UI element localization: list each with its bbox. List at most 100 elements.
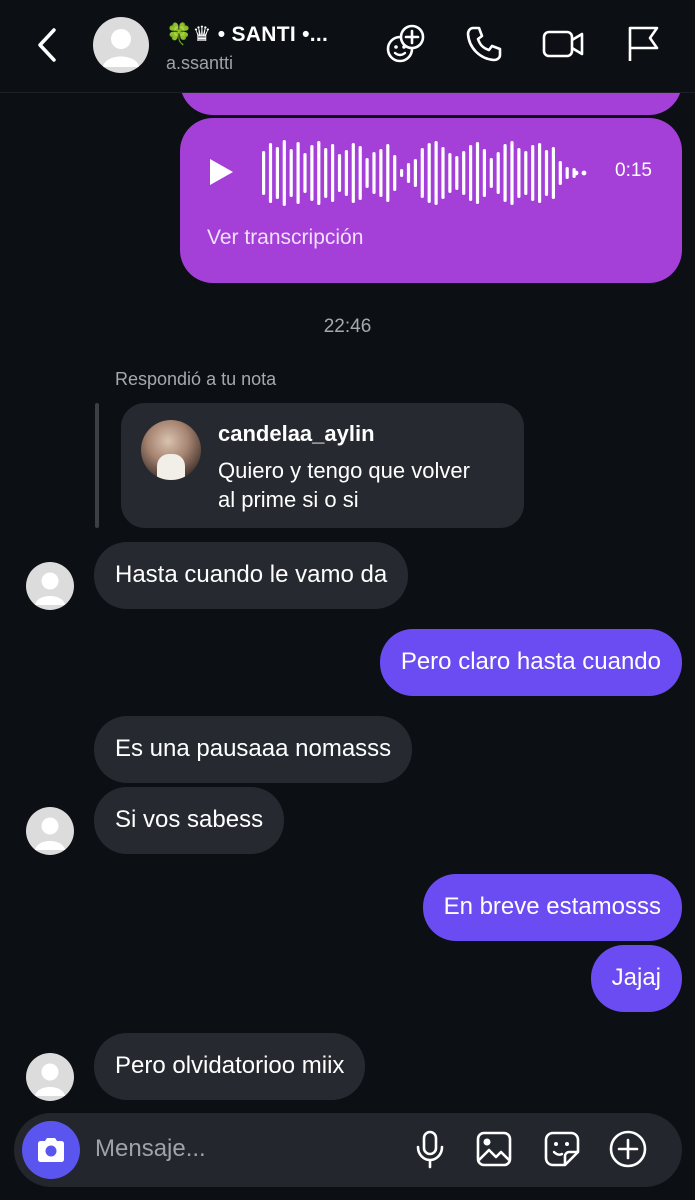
phone-icon (466, 26, 502, 62)
chat-timestamp: 22:46 (323, 316, 372, 337)
waveform-bar (337, 154, 342, 192)
waveform-bar (441, 147, 445, 199)
sender-avatar[interactable] (26, 807, 74, 855)
report-button[interactable] (620, 22, 664, 66)
waveform-bar (524, 151, 528, 195)
waveform-bar (365, 158, 369, 188)
play-icon[interactable] (206, 156, 236, 188)
note-card[interactable]: candelaa_aylin Quiero y tengo que volver… (121, 403, 524, 528)
back-button[interactable] (30, 22, 64, 68)
waveform-bar (372, 152, 376, 194)
effects-icon (386, 24, 425, 63)
outgoing-message[interactable]: Jajaj (590, 945, 682, 1012)
effects-button[interactable] (383, 22, 427, 66)
waveform-bar (358, 146, 362, 200)
waveform-bar (434, 141, 438, 205)
waveform-bar (538, 143, 542, 203)
default-avatar-icon (35, 817, 65, 850)
camera-button[interactable] (22, 1121, 80, 1179)
chat-header: 🍀♛ • SANTI •... a.ssantti (0, 0, 695, 93)
message-composer: Mensaje... (14, 1113, 682, 1187)
waveform-bar (351, 143, 355, 203)
waveform-bar (517, 148, 521, 198)
incoming-message[interactable]: Hasta cuando le vamo da (94, 542, 409, 609)
waveform-bar (282, 140, 286, 206)
waveform-bar (565, 167, 569, 179)
outgoing-message[interactable]: En breve estamosss (422, 874, 682, 941)
waveform-bar (469, 145, 473, 201)
waveform-bar (420, 148, 424, 198)
waveform-bar (303, 153, 307, 193)
camera-icon (38, 1138, 64, 1162)
waveform-bar (510, 141, 514, 205)
audio-waveform[interactable] (258, 138, 588, 208)
waveform-bar (275, 147, 279, 199)
incoming-message[interactable]: Si vos sabess (94, 787, 285, 854)
waveform-bar (400, 169, 404, 177)
waveform-bar (551, 147, 555, 199)
waveform-dot (573, 170, 579, 176)
waveform-bar (475, 142, 480, 204)
contact-username[interactable]: a.ssantti (166, 53, 233, 74)
video-call-button[interactable] (541, 22, 585, 66)
view-transcript-link[interactable]: Ver transcripción (207, 226, 363, 250)
default-avatar-icon (35, 1063, 65, 1096)
default-avatar-icon (103, 29, 139, 67)
waveform-bar (413, 159, 417, 187)
incoming-message[interactable]: Es una pausaaa nomasss (94, 716, 413, 783)
plus-icon (609, 1130, 647, 1168)
waveform-bar (489, 158, 493, 188)
back-icon (38, 28, 56, 62)
waveform-bar (393, 155, 397, 191)
waveform-bar (317, 141, 321, 205)
call-button[interactable] (462, 22, 506, 66)
sender-avatar[interactable] (26, 562, 74, 610)
waveform-bar (503, 144, 507, 202)
waveform-dot (581, 170, 587, 176)
incoming-message[interactable]: Pero olvidatorioo miix (94, 1033, 366, 1100)
note-text-line1: Quiero y tengo que volver (218, 458, 470, 483)
note-text-line2: al prime si o si (218, 487, 359, 512)
message-input[interactable]: Mensaje... (95, 1135, 206, 1163)
gallery-button[interactable] (470, 1125, 518, 1173)
sticker-icon (544, 1131, 580, 1167)
waveform-bar (427, 143, 431, 203)
waveform-bar (262, 151, 266, 195)
waveform-bar (331, 144, 335, 202)
waveform-bar (386, 144, 390, 202)
waveform-bar (296, 142, 300, 204)
waveform-bar (531, 145, 535, 201)
waveform-bar (462, 151, 466, 195)
default-avatar-icon (35, 572, 65, 605)
waveform-bar (406, 163, 411, 183)
reply-bar (95, 403, 99, 528)
voice-duration: 0:15 (615, 160, 652, 181)
waveform-bar (544, 150, 549, 196)
sticker-button[interactable] (538, 1125, 586, 1173)
outgoing-message[interactable]: Pero claro hasta cuando (379, 629, 682, 696)
video-icon (542, 30, 584, 58)
gallery-icon (476, 1131, 512, 1167)
more-options-button[interactable] (604, 1125, 652, 1173)
voice-message-bubble[interactable]: 0:15 Ver transcripción (180, 118, 682, 283)
waveform-bar (455, 156, 459, 190)
waveform-bar (448, 153, 452, 193)
flag-icon (628, 26, 659, 61)
waveform-bar (268, 143, 273, 203)
microphone-icon (416, 1130, 444, 1169)
voice-record-button[interactable] (406, 1125, 454, 1173)
contact-avatar[interactable] (93, 17, 149, 73)
note-author-username: candelaa_aylin (218, 421, 375, 446)
waveform-bar (482, 149, 486, 197)
reply-caption: Respondió a tu nota (115, 369, 277, 389)
waveform-bar (289, 149, 293, 197)
sender-avatar[interactable] (26, 1053, 74, 1101)
waveform-bar (558, 161, 562, 185)
waveform-bar (496, 152, 500, 194)
waveform-bar (310, 145, 314, 201)
waveform-bar (379, 149, 383, 197)
note-author-avatar (141, 420, 201, 480)
contact-name[interactable]: 🍀♛ • SANTI •... (166, 22, 328, 47)
waveform-bar (344, 150, 348, 196)
waveform-bar (324, 148, 328, 198)
